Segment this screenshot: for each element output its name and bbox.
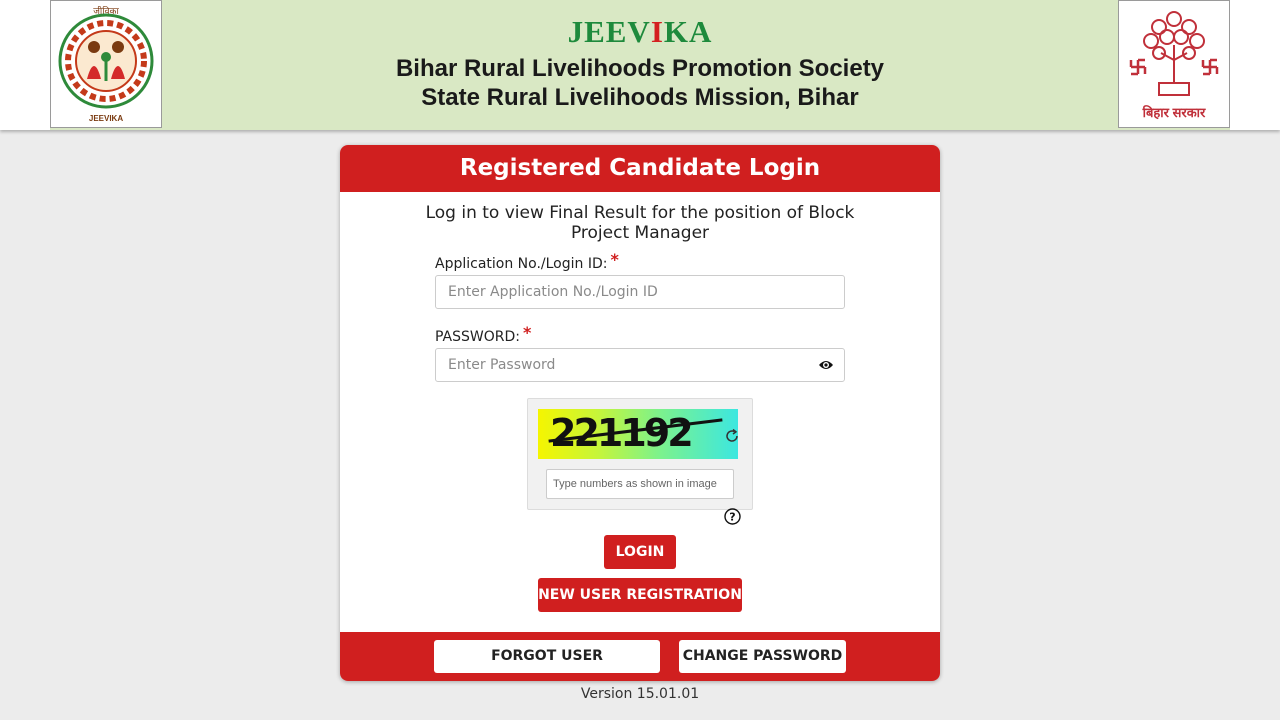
login-card-title: Registered Candidate Login bbox=[340, 145, 940, 192]
brand-title: JEEVIKA bbox=[162, 14, 1118, 50]
appno-label: Application No./Login ID: * bbox=[435, 250, 619, 272]
change-password-button[interactable]: CHANGE PASSWORD bbox=[679, 640, 846, 673]
password-input[interactable] bbox=[435, 348, 845, 382]
jeevika-emblem-icon bbox=[58, 13, 154, 109]
captcha-input[interactable] bbox=[546, 469, 734, 499]
login-subtitle: Log in to view Final Result for the posi… bbox=[425, 203, 855, 243]
login-card-footer: FORGOT USER ID/PASSWORD CHANGE PASSWORD bbox=[340, 632, 940, 681]
login-card: Registered Candidate Login Log in to vie… bbox=[340, 145, 940, 681]
required-mark: * bbox=[610, 250, 619, 269]
new-user-registration-button[interactable]: NEW USER REGISTRATION bbox=[538, 578, 742, 612]
brand-title-part: KA bbox=[663, 14, 713, 49]
refresh-icon[interactable] bbox=[724, 428, 740, 444]
login-button[interactable]: LOGIN bbox=[604, 535, 676, 569]
version-text: Version 15.01.01 bbox=[580, 686, 700, 702]
password-label: PASSWORD: * bbox=[435, 323, 532, 345]
jeevika-logo-caption: JEEVIKA bbox=[88, 114, 124, 123]
captcha-image: 221192 bbox=[538, 409, 738, 459]
captcha-panel: 221192 bbox=[527, 398, 753, 510]
appno-input[interactable] bbox=[435, 275, 845, 309]
question-circle-icon[interactable]: ? bbox=[724, 508, 741, 525]
brand-title-part: JEEV bbox=[567, 14, 651, 49]
required-mark: * bbox=[522, 323, 532, 342]
password-label-text: PASSWORD: bbox=[435, 329, 520, 345]
org-name-line-1: Bihar Rural Livelihoods Promotion Societ… bbox=[395, 55, 885, 82]
org-name-line-2: State Rural Livelihoods Mission, Bihar bbox=[421, 84, 859, 111]
forgot-credentials-button[interactable]: FORGOT USER ID/PASSWORD bbox=[434, 640, 660, 673]
bihar-govt-caption: बिहार सरकार bbox=[1142, 105, 1206, 120]
jeevika-logo: जीविका JEEVIKA bbox=[50, 0, 162, 128]
site-header: जीविका JEEVIKA JEEVIKA Bihar Rural Livel… bbox=[0, 0, 1280, 130]
svg-text:?: ? bbox=[729, 511, 735, 524]
bihar-govt-logo: बिहार सरकार bbox=[1118, 0, 1230, 128]
brand-title-accent: I bbox=[650, 14, 664, 49]
bodhi-tree-emblem-icon bbox=[1129, 11, 1219, 96]
eye-icon[interactable] bbox=[818, 358, 834, 372]
appno-label-text: Application No./Login ID: bbox=[435, 256, 608, 272]
